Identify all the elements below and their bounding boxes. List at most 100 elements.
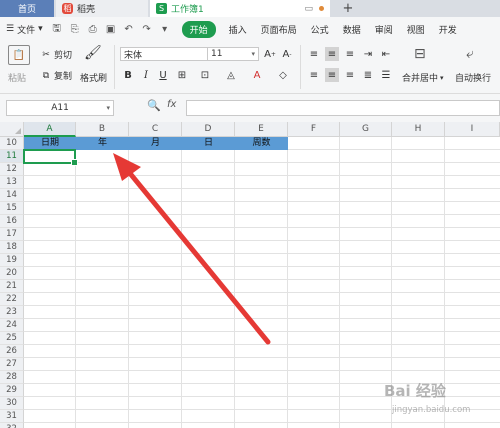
grid-line xyxy=(24,305,500,306)
grid-line xyxy=(24,214,500,215)
save-icon[interactable]: 🖫 xyxy=(50,22,64,36)
row-header-11[interactable]: 11 xyxy=(0,150,24,163)
row-header-18[interactable]: 18 xyxy=(0,241,24,254)
row-header-23[interactable]: 23 xyxy=(0,306,24,319)
menu-review[interactable]: 审阅 xyxy=(368,23,400,36)
column-header-f[interactable]: F xyxy=(288,122,340,137)
zoom-search-icon[interactable]: 🔍 xyxy=(147,99,161,112)
copy-button[interactable]: ⧉ 复制 xyxy=(40,69,72,83)
cell-style-icon[interactable]: ⊡ xyxy=(198,68,212,82)
menu-start[interactable]: 开始 xyxy=(181,20,216,38)
menu-file[interactable]: ☰ 文件 ▾ xyxy=(0,23,50,36)
column-header-b[interactable]: B xyxy=(76,122,129,137)
tab-home[interactable]: 首页 xyxy=(0,0,54,17)
column-header-d[interactable]: D xyxy=(182,122,235,137)
row-header-21[interactable]: 21 xyxy=(0,280,24,293)
outdent-icon[interactable]: ⇤ xyxy=(379,47,393,61)
format-painter-button[interactable]: 🖌 xyxy=(84,45,102,61)
column-header-h[interactable]: H xyxy=(392,122,445,137)
align-top-icon[interactable]: ≡ xyxy=(307,47,321,61)
row-header-19[interactable]: 19 xyxy=(0,254,24,267)
align-right-icon[interactable]: ≡ xyxy=(343,68,357,82)
table-cell-d10[interactable]: 日 xyxy=(182,137,235,150)
font-size-select[interactable]: 11 ▾ xyxy=(207,47,259,61)
row-header-17[interactable]: 17 xyxy=(0,228,24,241)
fx-icon[interactable]: fx xyxy=(167,99,176,110)
border-icon[interactable]: ⊞ xyxy=(175,68,189,82)
menu-formula[interactable]: 公式 xyxy=(304,23,336,36)
align-left-icon[interactable]: ≡ xyxy=(307,68,321,82)
row-header-14[interactable]: 14 xyxy=(0,189,24,202)
increase-font-icon[interactable]: A + xyxy=(263,47,277,61)
grid-line xyxy=(24,344,500,345)
menu-developer[interactable]: 开发 xyxy=(432,23,464,36)
align-bottom-icon[interactable]: ≡ xyxy=(343,47,357,61)
table-cell-c10[interactable]: 月 xyxy=(129,137,182,150)
row-header-10[interactable]: 10 xyxy=(0,137,24,150)
row-header-31[interactable]: 31 xyxy=(0,410,24,423)
window-icon[interactable]: ▭ xyxy=(304,4,313,14)
tab-docer[interactable]: 稻 稻壳 xyxy=(56,0,148,17)
row-header-29[interactable]: 29 xyxy=(0,384,24,397)
row-header-24[interactable]: 24 xyxy=(0,319,24,332)
menu-insert[interactable]: 插入 xyxy=(222,23,254,36)
decrease-font-icon[interactable]: A- xyxy=(280,47,294,61)
column-header-a[interactable]: A xyxy=(24,122,76,137)
align-center-icon[interactable]: ≡ xyxy=(325,68,339,82)
row-header-28[interactable]: 28 xyxy=(0,371,24,384)
italic-icon[interactable]: I xyxy=(139,68,153,82)
column-header-e[interactable]: E xyxy=(235,122,288,137)
quick-access-dropdown-icon[interactable]: ▾ xyxy=(158,22,172,36)
undo-icon[interactable]: ↶ xyxy=(122,22,136,36)
row-header-15[interactable]: 15 xyxy=(0,202,24,215)
clear-format-icon[interactable]: ◇ xyxy=(276,68,290,82)
row-header-22[interactable]: 22 xyxy=(0,293,24,306)
menu-view[interactable]: 视图 xyxy=(400,23,432,36)
redo-icon[interactable]: ↷ xyxy=(140,22,154,36)
tab-workbook[interactable]: S 工作簿1 ▭ xyxy=(150,0,330,17)
preview-icon[interactable]: ▣ xyxy=(104,22,118,36)
merge-center-button[interactable]: ⊟ xyxy=(414,46,426,62)
row-header-25[interactable]: 25 xyxy=(0,332,24,345)
formula-input[interactable] xyxy=(186,100,500,116)
menu-page-layout[interactable]: 页面布局 xyxy=(254,23,304,36)
auto-wrap-button[interactable]: ⤶ xyxy=(466,46,474,62)
merge-center-label[interactable]: 合并居中 ▾ xyxy=(402,71,444,85)
align-middle-icon[interactable]: ≡ xyxy=(325,47,339,61)
scissors-icon: ✂ xyxy=(42,49,50,60)
print-icon[interactable]: ⎙ xyxy=(86,22,100,36)
column-header-c[interactable]: C xyxy=(129,122,182,137)
bold-icon[interactable]: B xyxy=(121,68,135,82)
new-tab-button[interactable]: + xyxy=(338,0,358,17)
selected-cell-a11[interactable] xyxy=(23,149,78,166)
row-header-30[interactable]: 30 xyxy=(0,397,24,410)
paste-button[interactable]: 📋 xyxy=(8,45,30,65)
justify-icon[interactable]: ≣ xyxy=(361,68,375,82)
export-icon[interactable]: ⎘ xyxy=(68,22,82,36)
menu-data[interactable]: 数据 xyxy=(336,23,368,36)
fill-color-icon[interactable]: ◬ xyxy=(224,68,238,82)
row-header-16[interactable]: 16 xyxy=(0,215,24,228)
row-header-26[interactable]: 26 xyxy=(0,345,24,358)
grid-line xyxy=(24,188,500,189)
row-header-13[interactable]: 13 xyxy=(0,176,24,189)
cut-label: 剪切 xyxy=(54,51,73,61)
name-box[interactable]: A11 ▾ xyxy=(6,100,114,116)
column-header-g[interactable]: G xyxy=(340,122,392,137)
chevron-down-icon: ▾ xyxy=(251,50,255,58)
font-color-icon[interactable]: A xyxy=(250,68,264,82)
auto-wrap-label: 自动换行 xyxy=(455,74,492,84)
row-header-32[interactable]: 32 xyxy=(0,423,24,428)
select-all-corner[interactable] xyxy=(0,122,24,137)
row-header-27[interactable]: 27 xyxy=(0,358,24,371)
column-header-i[interactable]: I xyxy=(445,122,500,137)
table-cell-b10[interactable]: 年 xyxy=(76,137,129,150)
row-header-12[interactable]: 12 xyxy=(0,163,24,176)
distribute-icon[interactable]: ☰ xyxy=(379,68,393,82)
row-header-20[interactable]: 20 xyxy=(0,267,24,280)
underline-icon[interactable]: U xyxy=(156,68,170,82)
brush-icon: 🖌 xyxy=(84,45,102,61)
table-cell-e10[interactable]: 周数 xyxy=(235,137,288,150)
indent-icon[interactable]: ⇥ xyxy=(361,47,375,61)
cut-button[interactable]: ✂ 剪切 xyxy=(40,48,73,62)
